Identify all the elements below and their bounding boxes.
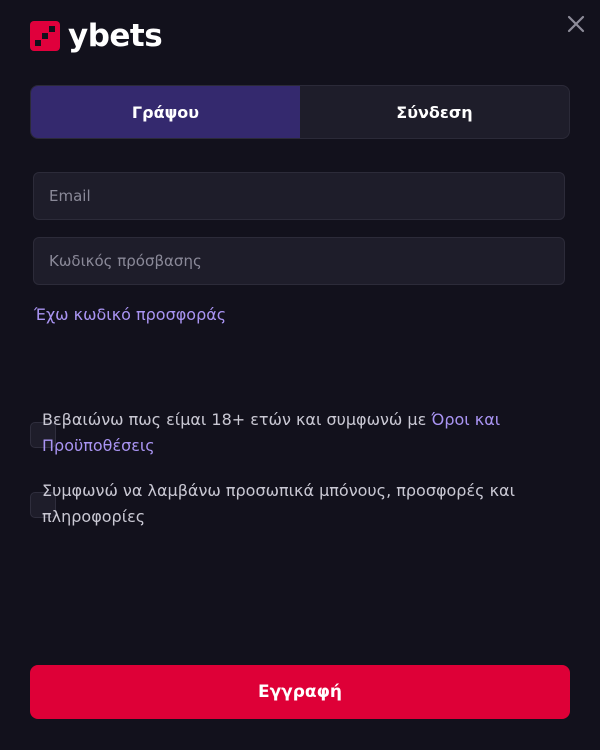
tab-login[interactable]: Σύνδεση (300, 86, 569, 138)
auth-tabs: Γράψου Σύνδεση (30, 85, 570, 139)
marketing-label: Συμφωνώ να λαμβάνω προσωπικά μπόνους, πρ… (42, 481, 515, 526)
age-terms-text: Βεβαιώνω πως είμαι 18+ ετών και συμφωνώ … (42, 410, 432, 429)
email-field[interactable] (33, 172, 565, 220)
password-field[interactable] (33, 237, 565, 285)
close-button[interactable] (564, 12, 588, 36)
logo-mark-icon (30, 21, 60, 51)
promo-code-link[interactable]: Έχω κωδικό προσφοράς (34, 305, 226, 325)
brand-logo: ybets (30, 18, 163, 54)
tab-register[interactable]: Γράψου (31, 86, 300, 138)
brand-name: ybets (68, 18, 163, 54)
close-icon (567, 15, 585, 33)
age-terms-label: Βεβαιώνω πως είμαι 18+ ετών και συμφωνώ … (42, 407, 540, 459)
register-button[interactable]: Εγγραφή (30, 665, 570, 719)
